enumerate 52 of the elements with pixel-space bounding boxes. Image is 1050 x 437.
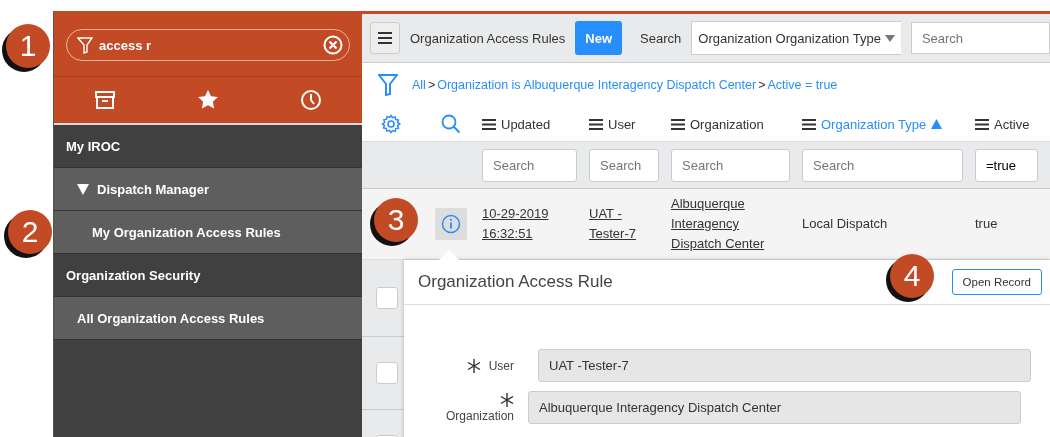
column-filter-field[interactable]: Search: [482, 148, 577, 182]
settings-icon[interactable]: [381, 114, 401, 134]
field-label: User: [488, 358, 514, 373]
column-header[interactable]: Organization: [671, 116, 802, 132]
column-filter-field[interactable]: Search: [802, 148, 963, 182]
field-select[interactable]: Organization Organization Type: [691, 21, 901, 55]
column-header[interactable]: User: [589, 116, 671, 132]
step-number: 1: [6, 24, 50, 68]
table-link[interactable]: UAT -Tester-7: [589, 204, 645, 244]
table-link[interactable]: 10-29-2019 16:32:51: [482, 204, 554, 244]
menu-item[interactable]: My Organization Access Rules: [54, 211, 362, 254]
menu-button[interactable]: [370, 22, 400, 54]
table-link[interactable]: Albuquerque Interagency Dispatch Center: [671, 194, 789, 254]
column-menu-icon[interactable]: [802, 118, 816, 130]
search-label: Search: [640, 30, 682, 46]
row-checkbox[interactable]: [376, 362, 398, 384]
column-menu-icon[interactable]: [482, 118, 496, 130]
column-filter-field[interactable]: Search: [589, 148, 659, 182]
caret-icon: [884, 34, 895, 42]
menu-icon: [378, 32, 392, 44]
search-icon[interactable]: [441, 114, 461, 134]
search-field[interactable]: Search: [910, 22, 1050, 54]
column-header[interactable]: Active: [975, 116, 1050, 132]
sort-arrow-icon: [931, 119, 943, 129]
row-checkbox[interactable]: [376, 287, 398, 309]
column-header[interactable]: Updated: [482, 116, 589, 132]
star-icon[interactable]: [197, 89, 219, 111]
readonly-field[interactable]: Albuquerque Interagency Dispatch Center: [528, 391, 1021, 424]
archive-icon[interactable]: [94, 90, 117, 110]
readonly-field[interactable]: UAT -Tester-7: [538, 349, 1031, 382]
filter-text: access r: [99, 37, 152, 53]
breadcrumb-separator: >: [758, 78, 766, 92]
breadcrumb-separator: >: [427, 78, 436, 92]
step-number: 2: [8, 210, 52, 254]
menu-item[interactable]: Dispatch Manager: [54, 168, 362, 211]
table-cell: Local Dispatch: [802, 216, 888, 231]
filter-icon: [77, 36, 93, 54]
column-menu-icon[interactable]: [671, 118, 685, 130]
expand-icon: [77, 183, 89, 195]
open-record-button[interactable]: Open Record: [951, 269, 1042, 295]
menu-item[interactable]: All Organization Access Rules: [54, 297, 362, 340]
clock-icon[interactable]: [299, 89, 322, 111]
column-menu-icon[interactable]: [589, 118, 603, 130]
field-label: Organization: [445, 408, 514, 423]
popup-title: Organization Access Rule: [418, 272, 613, 292]
column-filter-field[interactable]: =true: [975, 148, 1038, 182]
filter-icon[interactable]: [378, 73, 398, 97]
column-filter-field[interactable]: Search: [671, 148, 790, 182]
table-cell: true: [975, 216, 998, 231]
column-menu-icon[interactable]: [975, 118, 989, 130]
list-title: Organization Access Rules: [410, 30, 566, 46]
clear-icon[interactable]: [323, 35, 343, 55]
